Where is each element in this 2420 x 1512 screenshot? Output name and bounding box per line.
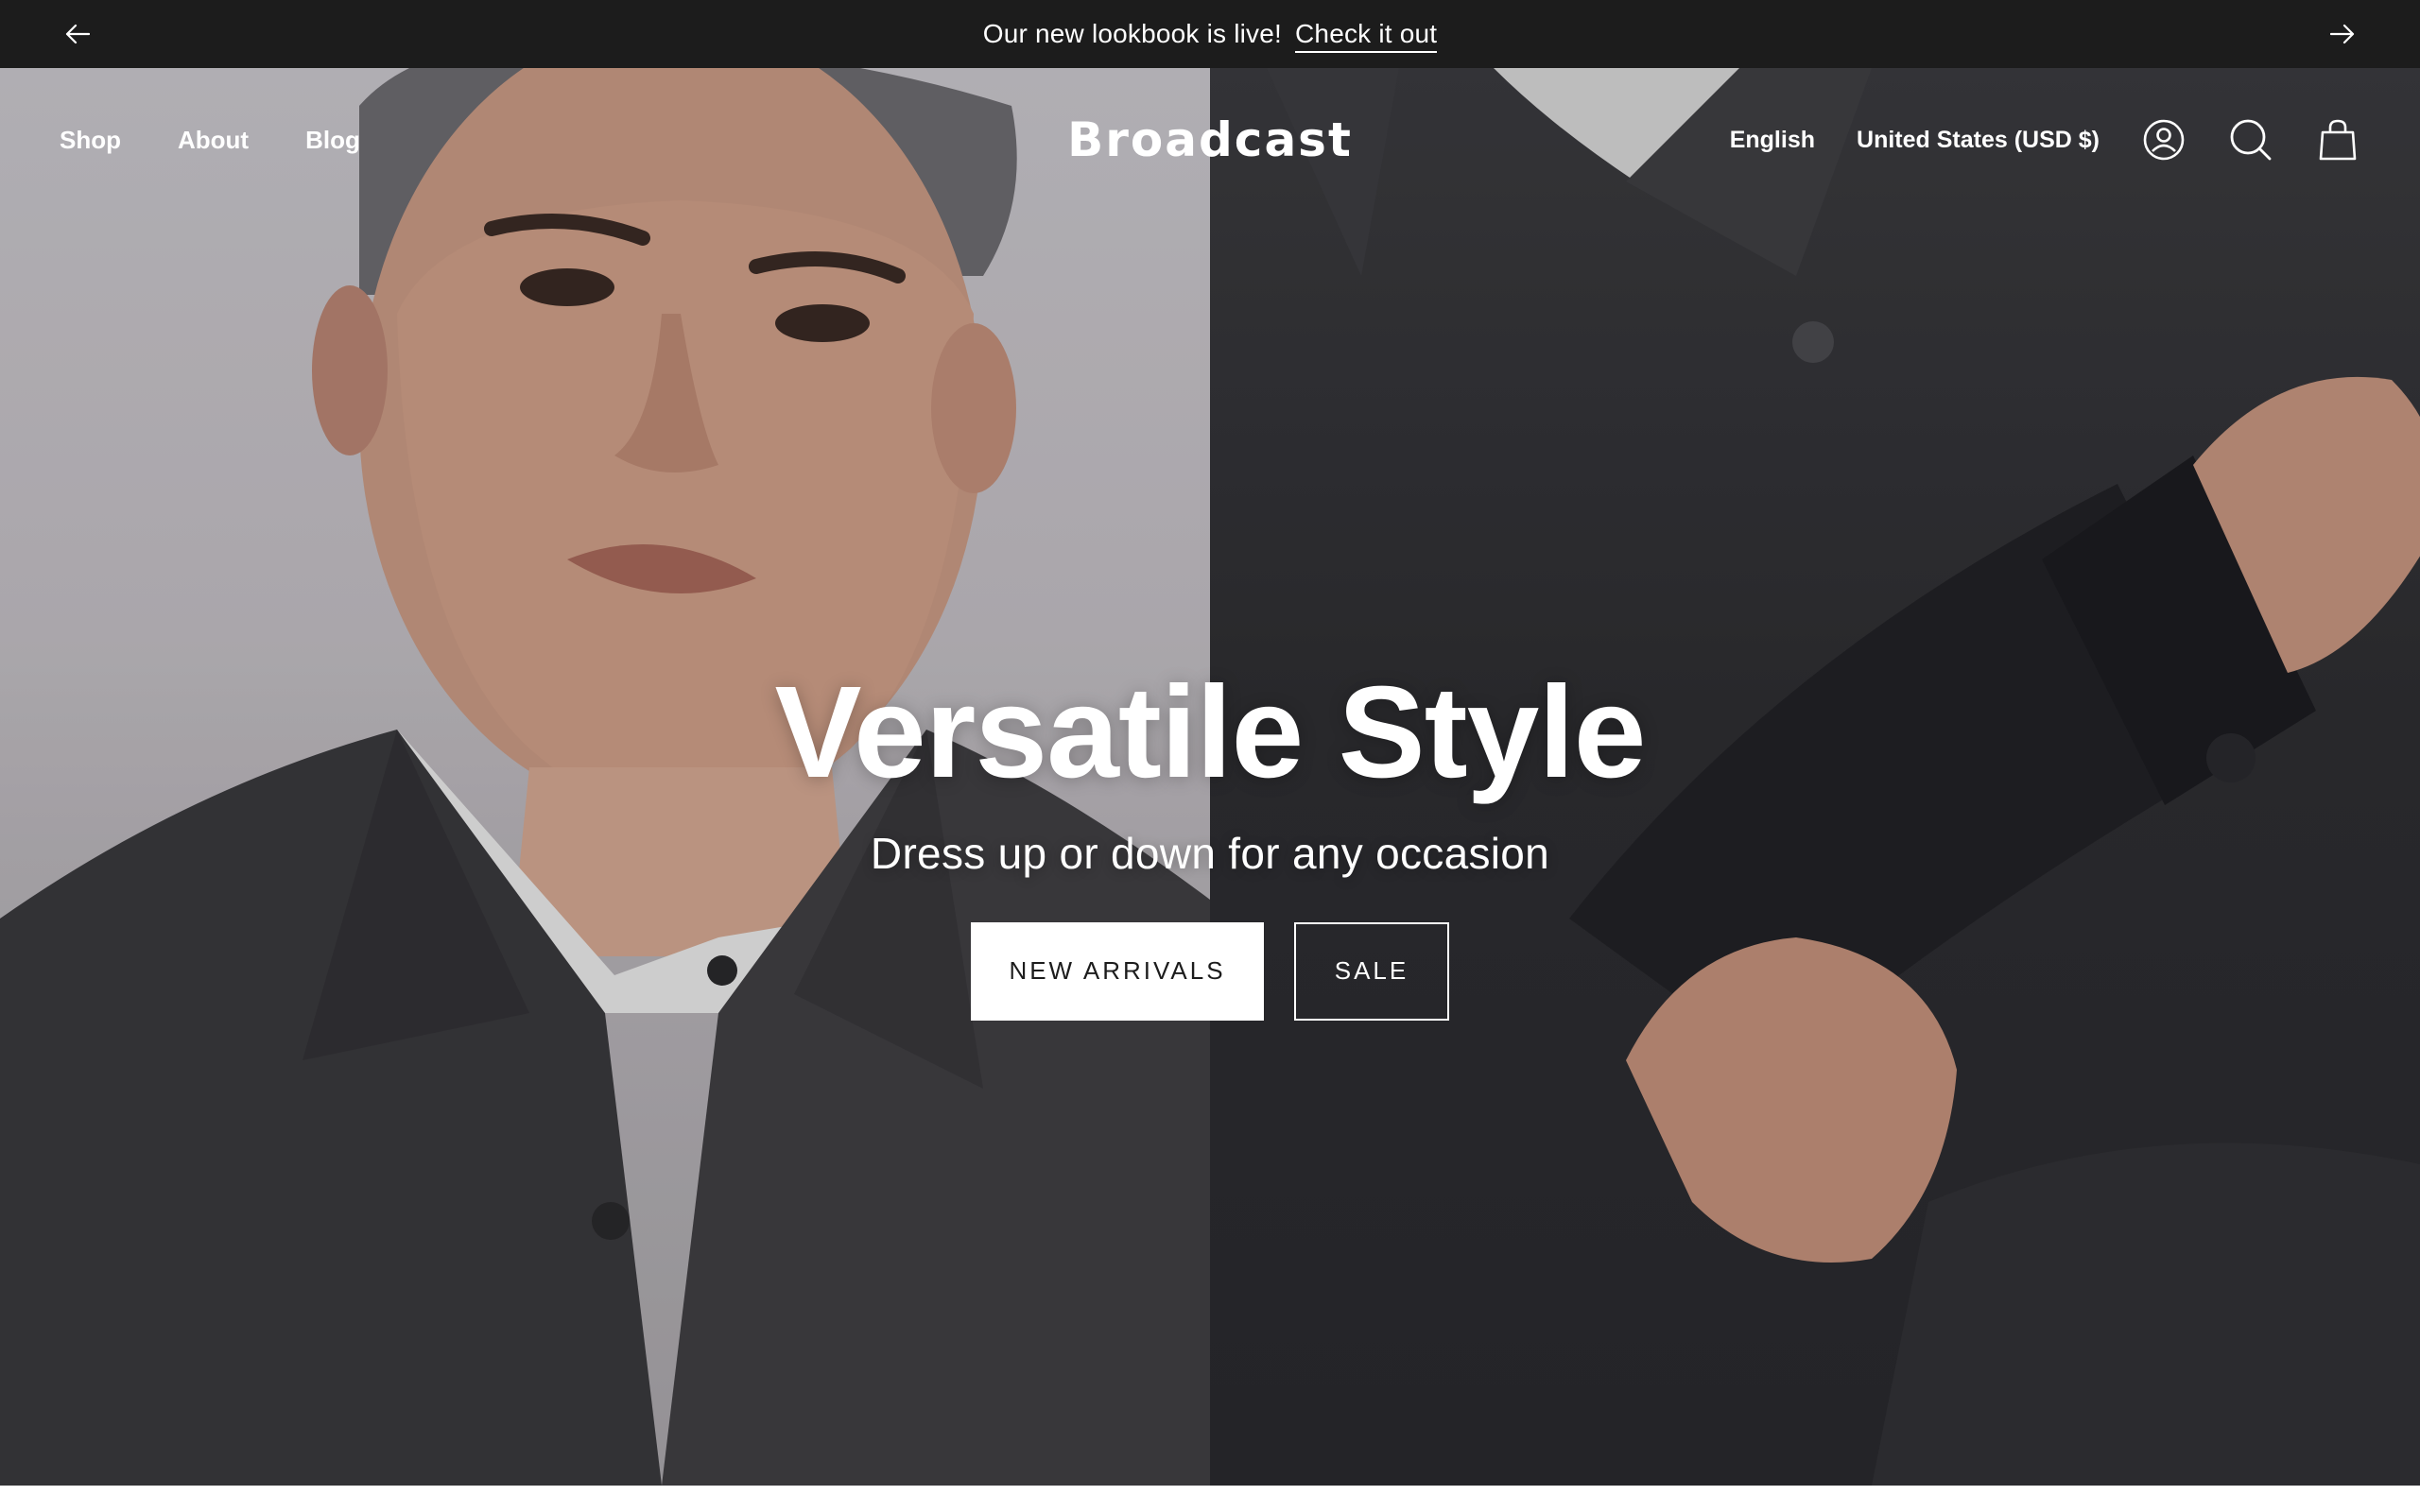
language-selector[interactable]: English — [1730, 127, 1815, 154]
announcement-next-button[interactable] — [2324, 15, 2361, 53]
account-button[interactable] — [2141, 117, 2187, 163]
page: Our new lookbook is live! Check it out S… — [0, 0, 2420, 1512]
search-button[interactable] — [2228, 117, 2273, 163]
hero-buttons: NEW ARRIVALS SALE — [971, 921, 1449, 1021]
search-icon — [2230, 119, 2272, 161]
account-icon — [2143, 119, 2185, 161]
cart-button[interactable] — [2315, 117, 2360, 163]
announcement-message: Our new lookbook is live! Check it out — [982, 19, 1438, 53]
site-header: Shop About Blog Broadcast English United… — [0, 68, 2420, 212]
nav-link-shop[interactable]: Shop — [60, 126, 121, 155]
new-arrivals-button[interactable]: NEW ARRIVALS — [971, 921, 1264, 1021]
sale-button[interactable]: SALE — [1294, 921, 1449, 1021]
primary-nav: Shop About Blog — [60, 126, 360, 155]
page-bottom-edge — [0, 1486, 2420, 1512]
hero-subtitle: Dress up or down for any occasion — [870, 828, 1550, 878]
hero-content: Versatile Style Dress up or down for any… — [0, 660, 2420, 1021]
utility-nav: English United States (USD $) — [1730, 117, 2360, 163]
site-logo[interactable]: Broadcast — [1067, 112, 1353, 167]
nav-link-about[interactable]: About — [178, 126, 249, 155]
announcement-text: Our new lookbook is live! — [982, 19, 1283, 48]
currency-selector[interactable]: United States (USD $) — [1857, 127, 2100, 154]
announcement-prev-button[interactable] — [59, 15, 96, 53]
arrow-right-icon — [2330, 24, 2355, 44]
nav-link-blog[interactable]: Blog — [305, 126, 360, 155]
cart-icon — [2319, 119, 2357, 161]
arrow-left-icon — [65, 24, 90, 44]
announcement-bar: Our new lookbook is live! Check it out — [0, 0, 2420, 68]
announcement-link[interactable]: Check it out — [1295, 19, 1438, 53]
hero-title: Versatile Style — [774, 660, 1647, 805]
